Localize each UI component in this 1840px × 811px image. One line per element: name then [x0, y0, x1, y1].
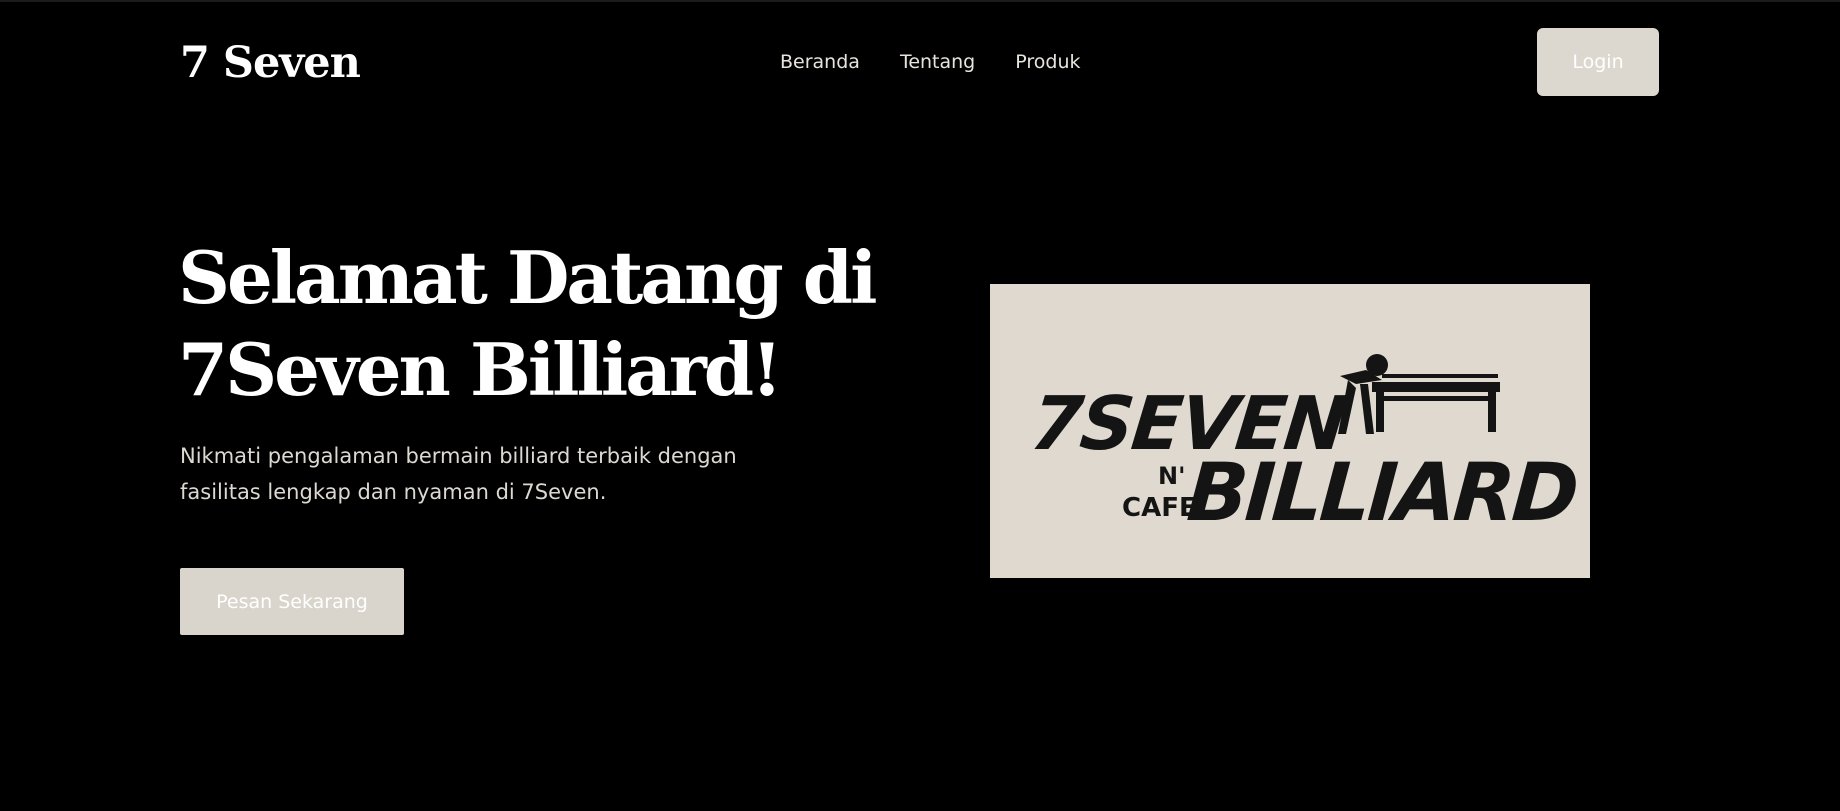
order-now-button[interactable]: Pesan Sekarang [180, 568, 404, 635]
brand-logo[interactable]: 7 Seven [180, 38, 361, 88]
nav-link-beranda[interactable]: Beranda [780, 51, 860, 73]
billiard-logo-image: 7SEVEN N' CAFE BILLIARD [990, 284, 1590, 578]
logo-text-n: N' [1158, 462, 1185, 490]
hero-description: Nikmati pengalaman bermain billiard terb… [180, 444, 737, 504]
navbar: 7 Seven Beranda Tentang Produk Login [0, 2, 1840, 122]
nav-link-produk[interactable]: Produk [1015, 51, 1080, 73]
hero-title-line2: 7Seven Billiard! [178, 327, 783, 412]
logo-text-billiard: BILLIARD [1184, 446, 1579, 539]
hero-title-line1: Selamat Datang di [178, 235, 877, 320]
login-button[interactable]: Login [1537, 28, 1659, 96]
billiard-logo-art: 7SEVEN N' CAFE BILLIARD [990, 284, 1590, 578]
hero-title: Selamat Datang di 7Seven Billiard! [178, 232, 898, 416]
nav-links: Beranda Tentang Produk [780, 51, 1081, 73]
nav-link-tentang[interactable]: Tentang [900, 51, 975, 73]
